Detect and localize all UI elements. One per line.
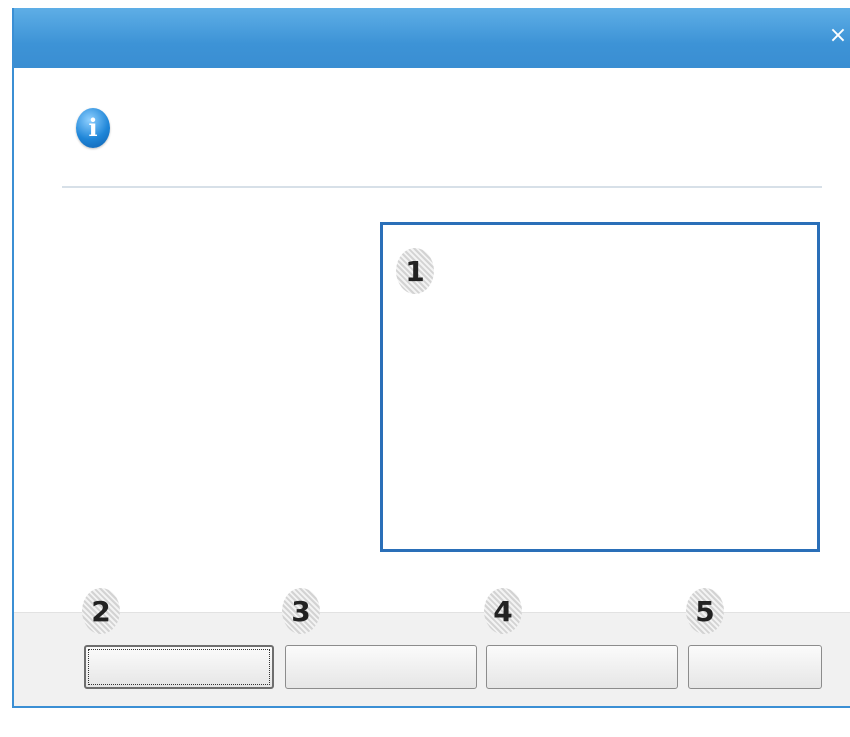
button-1[interactable]	[84, 645, 274, 689]
callout-1-label: 1	[405, 254, 425, 288]
callout-1: 1	[396, 248, 434, 294]
callout-3: 3	[282, 588, 320, 634]
button-3[interactable]	[486, 645, 678, 689]
dialog-window: × i	[12, 8, 850, 708]
callout-2-label: 2	[91, 594, 111, 628]
header-divider	[62, 186, 822, 188]
button-2[interactable]	[285, 645, 477, 689]
callout-3-label: 3	[291, 594, 311, 628]
callout-5-label: 5	[695, 594, 715, 628]
title-bar[interactable]: ×	[14, 8, 850, 68]
callout-2: 2	[82, 588, 120, 634]
callout-4: 4	[484, 588, 522, 634]
info-icon: i	[76, 108, 110, 148]
button-4[interactable]	[688, 645, 822, 689]
content-panel	[380, 222, 820, 552]
callout-4-label: 4	[493, 594, 513, 628]
callout-5: 5	[686, 588, 724, 634]
close-icon[interactable]: ×	[828, 24, 848, 48]
